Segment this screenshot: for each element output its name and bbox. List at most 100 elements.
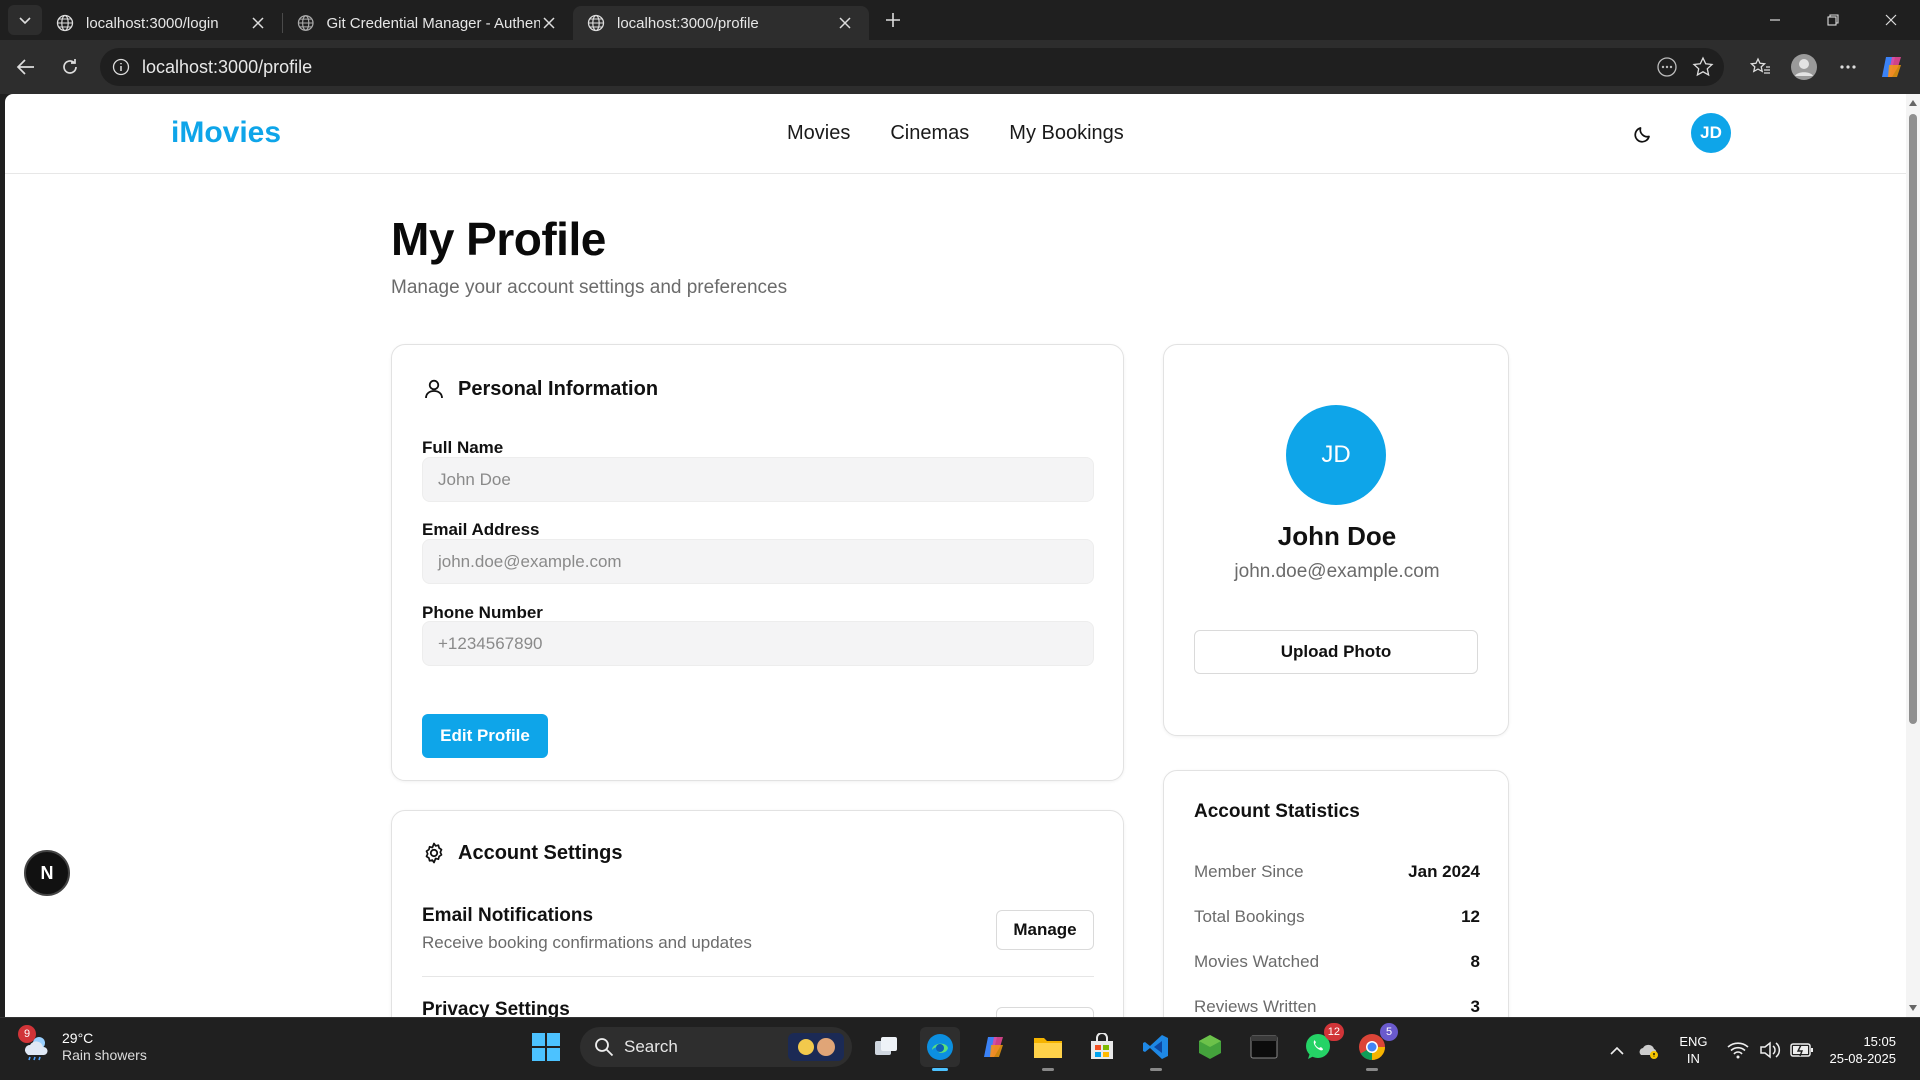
stat-value: Jan 2024 xyxy=(1408,862,1480,881)
wifi-icon[interactable] xyxy=(1725,1037,1751,1063)
browser-tab-strip: localhost:3000/login Git Credential Mana… xyxy=(0,0,1920,40)
copilot-button[interactable] xyxy=(1870,47,1914,87)
url-text[interactable]: localhost:3000/profile xyxy=(142,57,312,78)
nav-link-movies[interactable]: Movies xyxy=(787,122,850,145)
profile-avatar: JD xyxy=(1286,405,1386,505)
full-name-field[interactable]: John Doe xyxy=(422,457,1094,502)
reload-button[interactable] xyxy=(50,47,90,87)
browser-profile-button[interactable] xyxy=(1782,47,1826,87)
language-code: ENG xyxy=(1679,1033,1708,1049)
taskbar-vscode[interactable] xyxy=(1136,1027,1176,1071)
scroll-up-arrow-icon[interactable] xyxy=(1908,98,1918,108)
user-avatar-icon xyxy=(1791,54,1817,80)
taskbar-terminal[interactable] xyxy=(1244,1027,1284,1067)
minimize-window-button[interactable] xyxy=(1746,0,1804,40)
taskbar-clock[interactable]: 15:05 25-08-2025 xyxy=(1830,1033,1897,1067)
window-controls xyxy=(1746,0,1920,40)
weather-icon: 9 xyxy=(18,1025,52,1063)
theme-toggle-button[interactable] xyxy=(1627,118,1659,150)
taskbar-nodejs[interactable] xyxy=(1190,1027,1230,1067)
nav-link-cinemas[interactable]: Cinemas xyxy=(890,122,969,145)
restore-window-button[interactable] xyxy=(1804,0,1862,40)
weather-widget[interactable]: 9 29°C Rain showers xyxy=(18,1025,147,1064)
nav-link-my-bookings[interactable]: My Bookings xyxy=(1009,122,1124,145)
stat-row-total-bookings: Total Bookings 12 xyxy=(1194,907,1480,927)
address-bar[interactable]: localhost:3000/profile xyxy=(100,48,1724,86)
scrollbar-thumb[interactable] xyxy=(1909,114,1917,724)
show-hidden-icons-button[interactable] xyxy=(1604,1037,1630,1063)
profile-name: John Doe xyxy=(1277,521,1397,551)
taskbar-edge[interactable] xyxy=(920,1027,960,1071)
email-address-field[interactable]: john.doe@example.com xyxy=(422,539,1094,584)
globe-icon xyxy=(56,14,74,32)
nextjs-dev-tools-button[interactable]: N xyxy=(24,850,70,896)
info-icon[interactable] xyxy=(112,58,130,76)
page-viewport: iMovies Movies Cinemas My Bookings JD My… xyxy=(5,94,1920,1017)
browser-tab-login[interactable]: localhost:3000/login xyxy=(42,6,282,40)
browser-toolbar: localhost:3000/profile xyxy=(0,40,1920,94)
windows-taskbar: 9 29°C Rain showers Search 12 5 ENG IN 1… xyxy=(0,1017,1920,1080)
edit-profile-button[interactable]: Edit Profile xyxy=(422,714,548,758)
page-scrollbar[interactable] xyxy=(1906,94,1920,1017)
stat-row-member-since: Member Since Jan 2024 xyxy=(1194,862,1480,882)
task-view-button[interactable] xyxy=(866,1027,906,1067)
start-button[interactable] xyxy=(526,1027,566,1067)
clock-date: 25-08-2025 xyxy=(1829,1050,1897,1066)
user-icon xyxy=(425,379,443,399)
new-tab-button[interactable] xyxy=(877,4,909,36)
plus-icon xyxy=(886,13,900,27)
taskbar-chrome[interactable]: 5 xyxy=(1352,1023,1398,1071)
tab-actions-menu-button[interactable] xyxy=(8,5,42,35)
full-name-placeholder: John Doe xyxy=(438,469,511,489)
region-code: IN xyxy=(1686,1050,1700,1066)
reload-icon xyxy=(63,59,77,74)
close-tab-icon[interactable] xyxy=(540,13,559,33)
stat-row-reviews-written: Reviews Written 3 xyxy=(1194,997,1480,1017)
globe-icon xyxy=(297,15,314,31)
gear-icon xyxy=(425,842,443,864)
onedrive-status-icon[interactable] xyxy=(1636,1037,1662,1063)
browser-tab-git-credential[interactable]: Git Credential Manager - Authent xyxy=(283,6,573,40)
settings-more-button[interactable] xyxy=(1826,47,1870,87)
favorites-button[interactable] xyxy=(1738,47,1782,87)
taskbar-copilot[interactable] xyxy=(974,1027,1014,1067)
upload-photo-button[interactable]: Upload Photo xyxy=(1194,630,1478,674)
back-button[interactable] xyxy=(6,47,46,87)
taskbar-file-explorer[interactable] xyxy=(1028,1027,1068,1071)
input-language-indicator[interactable]: ENG IN xyxy=(1679,1033,1707,1067)
globe-icon xyxy=(587,14,605,32)
profile-summary-card: JD John Doe john.doe@example.com Upload … xyxy=(1163,344,1509,736)
taskbar-search-box[interactable]: Search xyxy=(580,1027,852,1067)
user-avatar-button[interactable]: JD xyxy=(1691,113,1731,153)
email-notifications-description: Receive booking confirmations and update… xyxy=(422,933,752,952)
phone-number-field[interactable]: +1234567890 xyxy=(422,621,1094,666)
stat-label: Reviews Written xyxy=(1194,997,1317,1016)
scroll-down-arrow-icon[interactable] xyxy=(1908,1003,1918,1013)
battery-icon[interactable] xyxy=(1789,1037,1815,1063)
close-tab-icon[interactable] xyxy=(835,13,855,33)
hexagon-app-icon xyxy=(1199,1035,1221,1059)
volume-icon[interactable] xyxy=(1757,1037,1783,1063)
phone-number-label: Phone Number xyxy=(422,603,543,622)
privacy-settings-button[interactable] xyxy=(996,1007,1094,1017)
browser-tab-profile[interactable]: localhost:3000/profile xyxy=(573,6,869,40)
clock-time: 15:05 xyxy=(1863,1033,1896,1049)
main-nav: Movies Cinemas My Bookings xyxy=(787,122,1124,145)
taskbar-whatsapp[interactable]: 12 xyxy=(1298,1023,1344,1067)
reading-mode-icon[interactable] xyxy=(1656,56,1678,78)
star-favorite-icon[interactable] xyxy=(1692,56,1714,78)
stat-label: Movies Watched xyxy=(1194,952,1320,971)
profile-email: john.doe@example.com xyxy=(1234,561,1440,582)
stat-label: Total Bookings xyxy=(1194,907,1305,926)
site-logo[interactable]: iMovies xyxy=(171,116,281,150)
account-statistics-heading: Account Statistics xyxy=(1194,801,1360,822)
email-address-label: Email Address xyxy=(422,520,540,539)
store-bag-icon xyxy=(1091,1033,1113,1059)
personal-information-heading: Personal Information xyxy=(422,377,658,401)
close-tab-icon[interactable] xyxy=(248,13,268,33)
taskbar-apps: Search 12 5 xyxy=(526,1023,1398,1071)
page-title: My Profile xyxy=(391,213,606,265)
close-window-button[interactable] xyxy=(1862,0,1920,40)
taskbar-microsoft-store[interactable] xyxy=(1082,1027,1122,1067)
manage-notifications-button[interactable]: Manage xyxy=(996,910,1094,950)
